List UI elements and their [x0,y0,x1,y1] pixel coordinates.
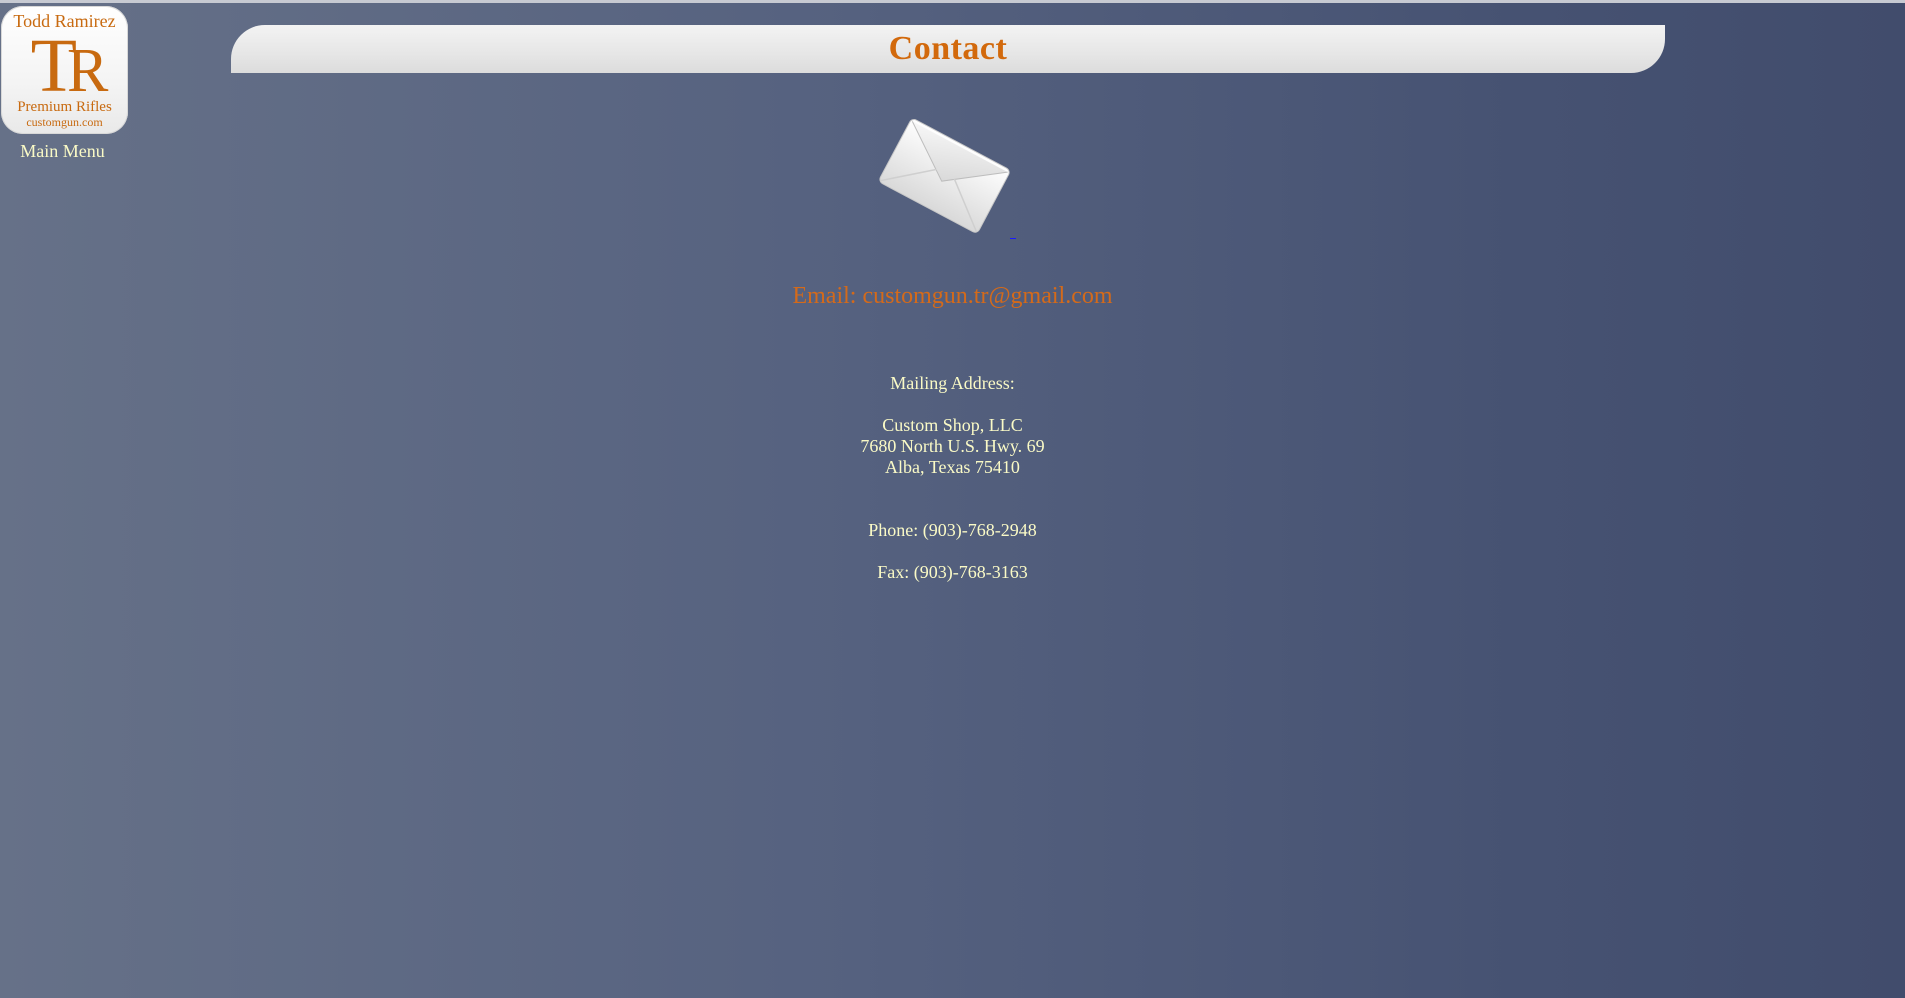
street-address: 7680 North U.S. Hwy. 69 [860,436,1045,456]
mailing-address-label: Mailing Address: [890,373,1015,393]
window-top-border [0,0,1905,3]
email-envelope-link[interactable] [875,108,1015,243]
logo-monogram-t: T [30,24,78,108]
city-state-zip: Alba, Texas 75410 [885,457,1020,477]
title-banner: Contact [231,25,1665,73]
envelope-link-underline [1010,238,1016,239]
company-name: Custom Shop, LLC [882,415,1023,435]
main-menu-link[interactable]: Main Menu [0,141,125,162]
email-text: Email: customgun.tr@gmail.com [792,283,1113,309]
logo-tagline: Premium Rifles [17,99,112,115]
phone-number: Phone: (903)-768-2948 [868,520,1037,540]
site-logo[interactable]: Todd Ramirez TR Premium Rifles customgun… [1,6,128,134]
contact-details: Mailing Address: Custom Shop, LLC 7680 N… [0,373,1905,583]
fax-number: Fax: (903)-768-3163 [877,562,1028,582]
envelope-icon [879,119,1010,233]
page-title: Contact [888,30,1008,67]
logo-monogram-r: R [67,37,108,105]
logo-url: customgun.com [26,115,103,129]
